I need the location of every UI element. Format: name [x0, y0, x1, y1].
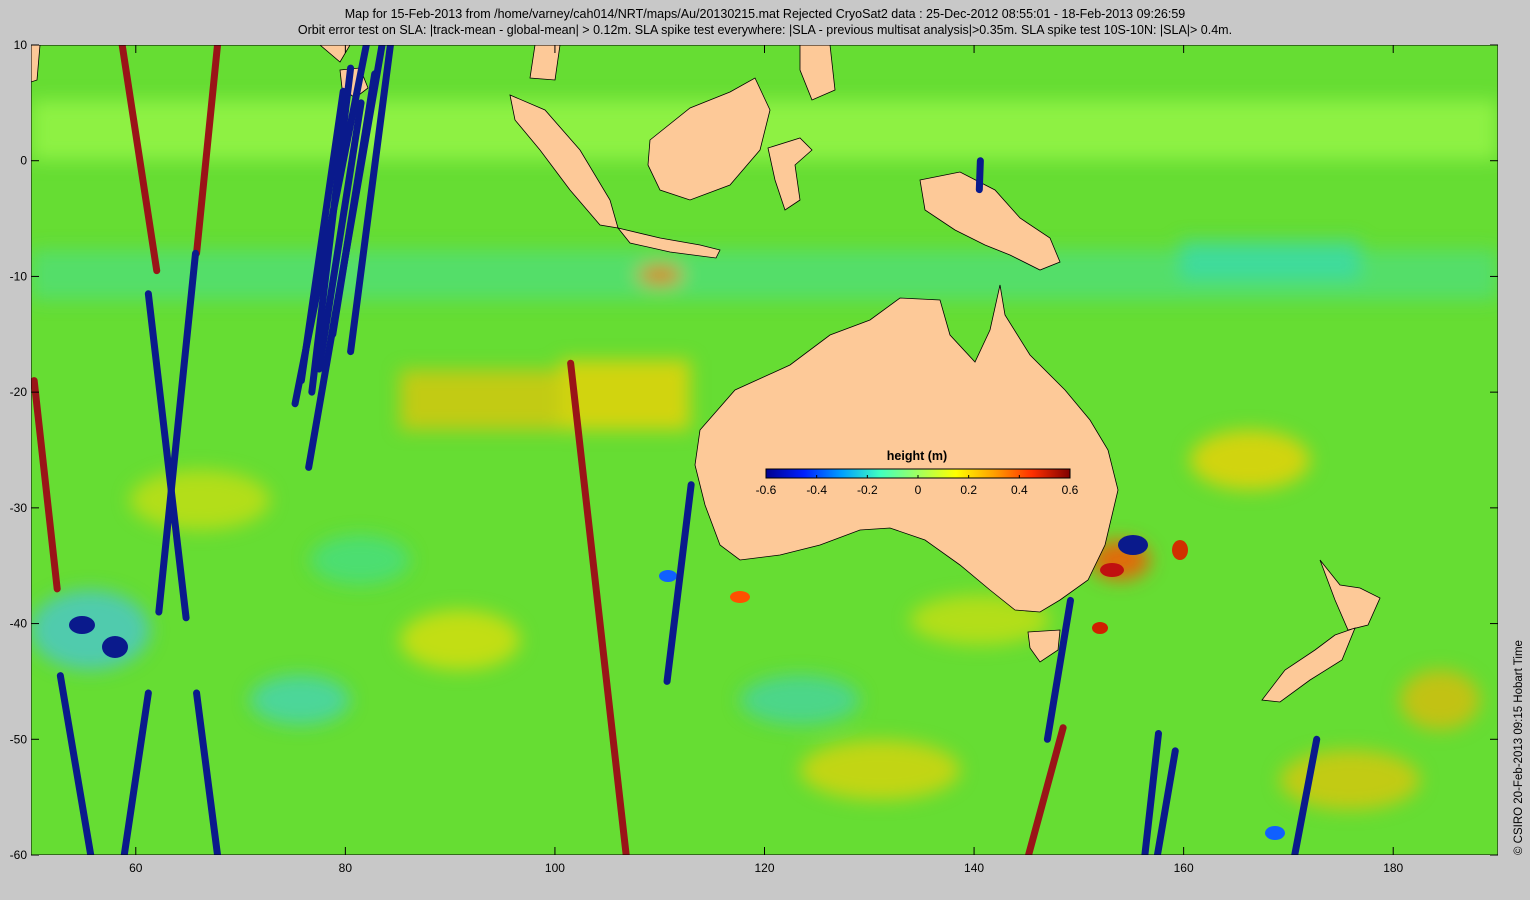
x-tick-label: 140 [964, 861, 984, 875]
x-tick-label: 180 [1383, 861, 1403, 875]
y-tick-label: -50 [10, 732, 28, 746]
colorbar-tick-label: -0.6 [756, 483, 777, 497]
colorbar-label: height (m) [887, 449, 947, 463]
colorbar-tick-label: 0.6 [1062, 483, 1079, 497]
malay-peninsula [529, 45, 561, 81]
x-tick-label: 120 [754, 861, 774, 875]
credit-text: © CSIRO 20-Feb-2013 09:15 Hobart Time [1513, 640, 1525, 855]
y-tick-label: 10 [14, 38, 28, 52]
y-tick-label: -10 [10, 269, 28, 283]
y-tick-label: -60 [10, 848, 28, 862]
x-tick-label: 160 [1174, 861, 1194, 875]
y-tick-label: -20 [10, 385, 28, 399]
x-tick-label: 80 [339, 861, 353, 875]
colorbar-tick-label: -0.2 [857, 483, 878, 497]
y-tick-label: -30 [10, 501, 28, 515]
colorbar-tick-label: -0.4 [806, 483, 827, 497]
y-tick-label: -40 [10, 617, 28, 631]
x-tick-label: 60 [129, 861, 143, 875]
y-tick-label: 0 [20, 154, 27, 168]
colorbar-tick-label: 0.2 [960, 483, 977, 497]
sea-level-anomaly-map: 60 80 100 120 140 160 180 100-10-20-30-40-50-6… [10, 38, 1498, 875]
x-tick-label: 100 [545, 861, 565, 875]
colorbar-tick-label: 0 [915, 483, 922, 497]
colorbar-tick-label: 0.4 [1011, 483, 1028, 497]
rejected-track-13 [975, 157, 984, 194]
